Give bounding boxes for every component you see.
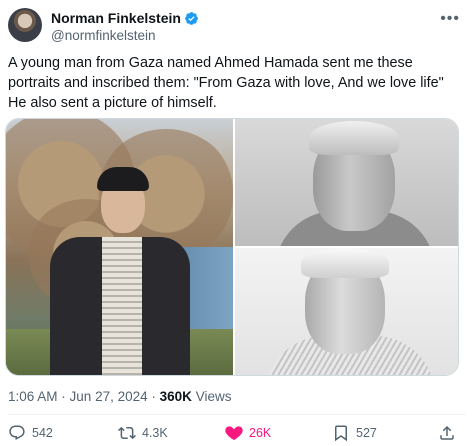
action-bar: 542 4.3K 26K 527	[0, 424, 474, 446]
media-portrait-drawing-2[interactable]	[235, 248, 458, 375]
author-names: Norman Finkelstein @normfinkelstein	[51, 10, 199, 44]
tweet-header: Norman Finkelstein @normfinkelstein •••	[8, 8, 462, 48]
like-count: 26K	[249, 426, 272, 440]
share-button[interactable]	[438, 424, 462, 442]
display-name[interactable]: Norman Finkelstein	[51, 10, 181, 27]
tweet-time[interactable]: 1:06 AM	[8, 389, 58, 404]
reply-count: 542	[32, 426, 53, 440]
avatar[interactable]	[8, 8, 42, 42]
meta-separator: ·	[151, 389, 160, 404]
verified-badge-icon	[185, 11, 198, 25]
repost-icon	[118, 426, 136, 440]
name-row: Norman Finkelstein	[51, 10, 199, 27]
heart-icon	[225, 426, 243, 441]
media-portrait-drawing-1[interactable]	[235, 119, 458, 246]
striped-shirt	[102, 237, 142, 375]
bookmark-button[interactable]: 527	[332, 424, 377, 442]
tweet-date[interactable]: Jun 27, 2024	[70, 389, 148, 404]
meta-separator: ·	[61, 389, 70, 404]
bookmark-count: 527	[356, 426, 377, 440]
handle[interactable]: @normfinkelstein	[51, 28, 199, 44]
sketch-hair	[301, 248, 389, 278]
cap	[97, 167, 149, 191]
repost-count: 4.3K	[142, 426, 168, 440]
tweet-meta: 1:06 AM · Jun 27, 2024 · 360K Views	[8, 389, 231, 404]
reply-icon	[9, 425, 25, 441]
tweet: Norman Finkelstein @normfinkelstein ••• …	[0, 0, 474, 446]
views-label: Views	[195, 389, 232, 404]
reply-button[interactable]: 542	[8, 424, 53, 442]
repost-button[interactable]: 4.3K	[118, 424, 168, 442]
bookmark-icon	[335, 425, 347, 442]
like-button[interactable]: 26K	[225, 424, 271, 442]
divider	[8, 414, 466, 415]
views-count: 360K	[159, 389, 192, 404]
tweet-text: A young man from Gaza named Ahmed Hamada…	[8, 55, 444, 111]
sketch-hair	[309, 121, 399, 155]
media-grid	[5, 118, 459, 376]
media-photo-young-man[interactable]	[6, 119, 233, 375]
more-icon[interactable]: •••	[440, 10, 460, 28]
share-icon	[440, 425, 454, 440]
